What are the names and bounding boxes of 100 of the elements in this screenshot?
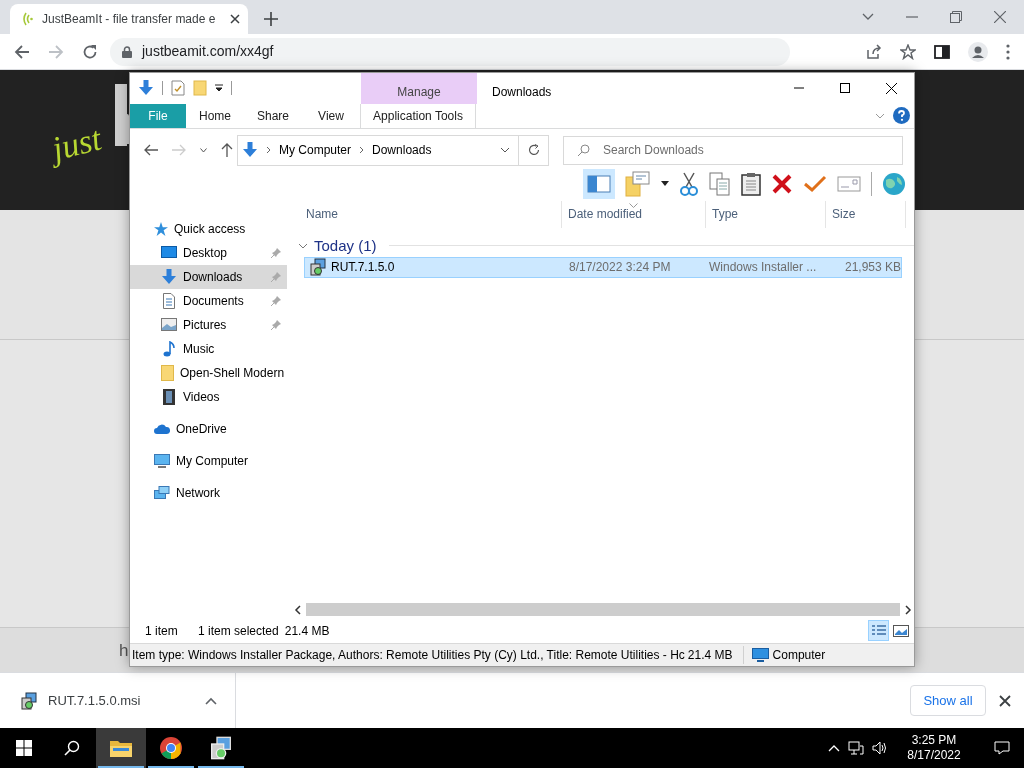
- search-icon: [577, 143, 590, 157]
- caret-up-icon[interactable]: [205, 696, 217, 705]
- nav-item[interactable]: Downloads: [130, 264, 287, 289]
- signal-arcs-icon: [22, 11, 34, 27]
- document-icon: [163, 292, 175, 309]
- panel-icon: [587, 173, 611, 194]
- nav-item[interactable]: Network: [130, 480, 287, 505]
- breadcrumb[interactable]: Downloads: [372, 141, 432, 160]
- scroll-right-icon[interactable]: [904, 604, 912, 615]
- restore-icon[interactable]: [950, 11, 962, 23]
- up-arrow-icon[interactable]: [221, 143, 233, 158]
- scrollbar-thumb[interactable]: [306, 603, 900, 617]
- nav-item[interactable]: Open-Shell Modern: [130, 360, 287, 385]
- column-header[interactable]: Date modified: [562, 200, 706, 228]
- clipboard-icon[interactable]: [741, 171, 761, 196]
- view-mode-button[interactable]: [868, 620, 889, 642]
- monitor-icon: [154, 453, 170, 468]
- new-tab-icon[interactable]: [264, 12, 278, 26]
- music-note-icon: [163, 340, 175, 357]
- network-icon[interactable]: [848, 740, 864, 756]
- ribbon-tab[interactable]: Share: [244, 103, 302, 128]
- url-text: justbeamit.com/xx4gf: [142, 42, 274, 61]
- selection-size: 21.4 MB: [283, 622, 330, 640]
- share-icon[interactable]: [866, 43, 882, 60]
- scroll-left-icon[interactable]: [294, 604, 302, 615]
- column-header[interactable]: Type: [706, 200, 826, 228]
- item-details: Item type: Windows Installer Package, Authors: Remote Utilities Pty (Cy) Ltd., Title: Remote Utilities - Hc: [131, 647, 685, 664]
- close-icon[interactable]: [230, 14, 240, 24]
- help-icon[interactable]: [893, 107, 910, 125]
- chevron-down-icon[interactable]: [500, 147, 510, 154]
- notification-icon[interactable]: [994, 740, 1010, 756]
- close-icon[interactable]: [885, 82, 897, 94]
- nav-item[interactable]: Documents: [130, 288, 287, 313]
- show-all-button[interactable]: Show all: [910, 685, 986, 716]
- search-field[interactable]: Search Downloads: [563, 135, 903, 165]
- search-icon[interactable]: [64, 740, 80, 756]
- dropdown-icon[interactable]: [215, 84, 223, 93]
- chevron-right-icon: [266, 146, 271, 155]
- column-header[interactable]: Size: [826, 200, 906, 228]
- refresh-icon: [527, 144, 540, 157]
- back-arrow-icon[interactable]: [14, 43, 30, 60]
- selection-count: 1 item selected: [198, 622, 279, 640]
- refresh-button[interactable]: [519, 134, 549, 166]
- address-field[interactable]: My Computer Downloads: [237, 134, 519, 166]
- volume-icon[interactable]: [872, 740, 888, 756]
- monitor-icon: [161, 246, 177, 260]
- globe-icon[interactable]: [882, 171, 906, 196]
- column-header[interactable]: Name: [300, 200, 562, 228]
- monitor-icon: [751, 648, 769, 662]
- maximize-icon[interactable]: [840, 83, 850, 94]
- chevron-down-icon[interactable]: [200, 147, 207, 153]
- taskbar-button[interactable]: [96, 728, 146, 768]
- logo-stroke-icon: [115, 84, 129, 146]
- tab-title: JustBeamIt - file transfer made e: [42, 11, 217, 28]
- group-header[interactable]: Today (1): [314, 234, 377, 258]
- side-panel-icon[interactable]: [934, 43, 950, 60]
- footer-text: h: [119, 640, 129, 662]
- folder-icon[interactable]: [110, 739, 132, 757]
- clock-time: 3:25 PM: [911, 733, 957, 748]
- file-type: Windows Installer ...: [708, 259, 818, 277]
- installer-package-icon: [20, 691, 38, 710]
- properties-icon[interactable]: [171, 80, 185, 97]
- nav-item[interactable]: Videos: [130, 384, 287, 409]
- download-arrow-icon: [161, 268, 177, 285]
- nav-item[interactable]: Quick access: [130, 216, 287, 241]
- installer-package-icon: [309, 258, 327, 277]
- windows-logo-icon[interactable]: [16, 740, 32, 756]
- installer-package-icon[interactable]: [209, 736, 233, 760]
- logo-text: just: [47, 118, 106, 170]
- menu-icon[interactable]: [1006, 43, 1010, 60]
- round-logo-icon[interactable]: [160, 737, 182, 759]
- window-title: Downloads: [491, 84, 553, 101]
- back-arrow-icon[interactable]: [144, 144, 158, 157]
- download-arrow-icon[interactable]: [138, 80, 154, 97]
- star-icon[interactable]: [900, 43, 916, 60]
- file-row[interactable]: RUT.7.1.5.0 8/17/2022 3:24 PM Windows Installer ... 21,953 KB: [304, 256, 902, 278]
- nav-item[interactable]: Desktop: [130, 240, 287, 265]
- chevron-up-icon[interactable]: [828, 744, 840, 752]
- breadcrumb[interactable]: My Computer: [279, 141, 352, 160]
- profile-icon[interactable]: [968, 41, 988, 62]
- dropdown-icon[interactable]: [661, 181, 669, 187]
- nav-item[interactable]: My Computer: [130, 448, 287, 473]
- delete-icon[interactable]: [771, 172, 793, 195]
- preview-pane-button[interactable]: [583, 168, 615, 199]
- close-icon[interactable]: [999, 694, 1011, 707]
- nav-item[interactable]: OneDrive: [130, 416, 287, 441]
- browser-tab[interactable]: JustBeamIt - file transfer made e: [10, 4, 248, 34]
- ribbon-tab[interactable]: Home: [186, 103, 244, 128]
- address-field[interactable]: justbeamit.com/xx4gf: [110, 37, 790, 66]
- lock-icon: [122, 45, 132, 58]
- nav-item[interactable]: Music: [130, 336, 287, 361]
- reload-icon[interactable]: [82, 43, 98, 60]
- film-icon: [163, 388, 175, 405]
- checkmark-icon[interactable]: [803, 174, 827, 193]
- scissors-icon[interactable]: [679, 171, 699, 196]
- clock-date: 8/17/2022: [907, 748, 961, 763]
- sort-caret-icon: [629, 202, 638, 208]
- nav-item[interactable]: Pictures: [130, 312, 287, 337]
- ribbon-tab[interactable]: View: [302, 103, 360, 128]
- chevron-down-icon[interactable]: [862, 13, 874, 21]
